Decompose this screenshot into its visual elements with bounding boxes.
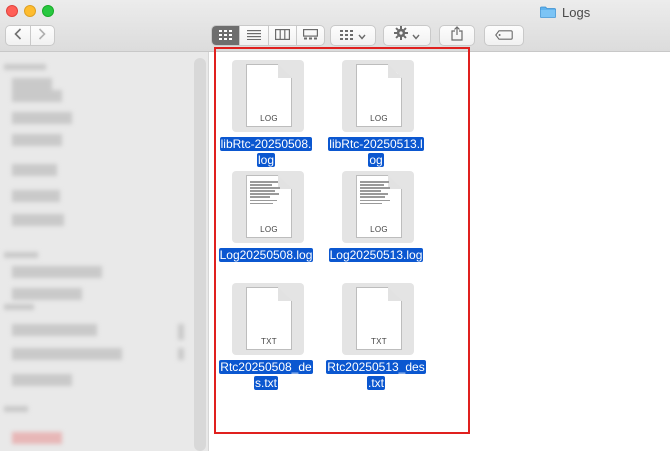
file-name-label: libRtc-20250513.l og [328, 137, 424, 167]
file-name-label: Rtc20250513_des .txt [326, 360, 426, 390]
icon-view-button[interactable] [212, 26, 240, 45]
zoom-window-button[interactable] [42, 5, 54, 17]
group-grid-icon [340, 27, 354, 45]
file-thumbnail: LOG [232, 171, 304, 243]
gear-icon [394, 26, 408, 45]
file-thumbnail: LOG [232, 60, 304, 132]
sidebar-scrollbar[interactable] [194, 58, 206, 451]
list-view-button[interactable] [239, 26, 267, 45]
navigation-buttons [5, 25, 55, 46]
back-button[interactable] [6, 26, 30, 45]
file-thumbnail: LOG [342, 171, 414, 243]
file-name-label: Log20250508.log [218, 248, 314, 262]
chevron-down-icon [358, 27, 366, 45]
group-by-button[interactable] [330, 25, 376, 46]
file-thumbnail: TXT [232, 283, 304, 355]
forward-button[interactable] [29, 26, 55, 45]
window-title: Logs [540, 3, 590, 21]
file-thumbnail: LOG [342, 60, 414, 132]
window-title-text: Logs [562, 4, 591, 20]
file-icon-grid: LOG libRtc-20250508. log LOG libRtc-20250… [209, 52, 670, 451]
gallery-view-button[interactable] [295, 26, 324, 45]
action-menu-button[interactable] [383, 25, 431, 46]
tag-icon [495, 27, 513, 45]
text-preview-lines [360, 181, 390, 206]
minimize-window-button[interactable] [24, 5, 36, 17]
share-button[interactable] [439, 25, 475, 46]
file-thumbnail: TXT [342, 283, 414, 355]
icon-grid-icon [218, 27, 233, 45]
folder-icon [540, 6, 556, 18]
window-titlebar: Logs [0, 0, 670, 52]
file-name-label: libRtc-20250508. log [219, 137, 313, 167]
chevron-left-icon [14, 27, 22, 45]
tags-button[interactable] [484, 25, 524, 46]
file-name-label: Log20250513.log [328, 248, 424, 262]
chevron-right-icon [38, 27, 46, 45]
file-name-label: Rtc20250508_de s.txt [219, 360, 313, 390]
view-mode-segmented-control [211, 25, 325, 46]
share-icon [451, 25, 463, 46]
columns-icon [274, 27, 290, 45]
text-preview-lines [250, 181, 280, 206]
gallery-icon [302, 27, 318, 45]
close-window-button[interactable] [6, 5, 18, 17]
sidebar [0, 52, 209, 451]
sidebar-blurred-items [0, 52, 208, 451]
column-view-button[interactable] [267, 26, 296, 45]
list-icon [246, 27, 261, 45]
chevron-down-icon [412, 27, 420, 45]
